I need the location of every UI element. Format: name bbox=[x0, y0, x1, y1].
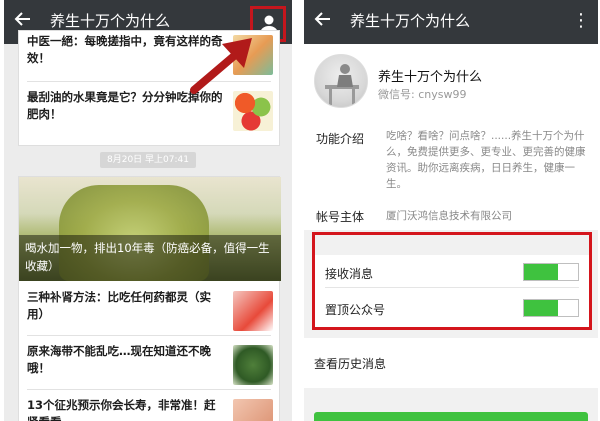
article-thumbnail bbox=[233, 91, 273, 131]
article-thumbnail bbox=[233, 291, 273, 331]
annotation-arrow bbox=[190, 38, 252, 94]
toggle-on-fill bbox=[524, 264, 558, 280]
article-thumbnail bbox=[233, 399, 273, 421]
list-item-title: 最刮油的水果竟是它？分分钟吃掉你的肥肉！ bbox=[27, 90, 223, 121]
divider bbox=[27, 389, 271, 390]
article-cover[interactable]: 喝水加一物，排出10年毒（防癌必备，值得一生收藏） bbox=[19, 177, 281, 281]
toggle-knob bbox=[558, 300, 578, 316]
back-arrow-icon[interactable] bbox=[314, 10, 336, 32]
top-bar: 养生十万个为什么 ⋮ bbox=[304, 0, 598, 44]
divider bbox=[325, 287, 579, 288]
view-history-row[interactable]: 查看历史消息 bbox=[304, 338, 598, 388]
list-item-title: 13个征兆预示你会长寿，非常准！赶紧看看 bbox=[27, 398, 216, 421]
screenshot: 养生十万个为什么 中医一絕：每晚搓指中，竟有这样的奇效！ 最刮油的水果竟是它？分… bbox=[0, 0, 600, 421]
wechat-id: 微信号: cnysw99 bbox=[378, 88, 467, 101]
account-info-panel: 养生十万个为什么 ⋮ 养生十万个为什么 微信号: cnysw99 功能介绍 吃啥… bbox=[304, 0, 598, 421]
divider bbox=[27, 335, 271, 336]
list-item-title: 原来海带不能乱吃…现在知道还不晚哦！ bbox=[27, 344, 211, 375]
account-profile: 养生十万个为什么 微信号: cnysw99 bbox=[304, 44, 598, 120]
avatar bbox=[314, 54, 368, 108]
owner-value: 厦门沃鸿信息技术有限公司 bbox=[386, 210, 512, 222]
article-thumbnail bbox=[233, 345, 273, 385]
account-name: 养生十万个为什么 bbox=[378, 70, 483, 85]
list-item[interactable]: 三种补肾方法：比吃任何药都灵（实用） bbox=[19, 285, 279, 333]
list-item[interactable]: 13个征兆预示你会长寿，非常准！赶紧看看 bbox=[19, 393, 279, 421]
account-details: 功能介绍 吃啥？看啥？问点啥？......养生十万个为什么，免费提供更多、更专业… bbox=[304, 120, 598, 230]
settings-highlight: 接收消息 置顶公众号 bbox=[312, 232, 592, 330]
back-arrow-icon[interactable] bbox=[14, 10, 36, 32]
pin-account-row: 置顶公众号 bbox=[315, 291, 589, 327]
intro-text: 吃啥？看啥？问点啥？......养生十万个为什么，免费提供更多、更专业、更完善的… bbox=[386, 130, 586, 190]
page-title: 养生十万个为什么 bbox=[50, 12, 171, 30]
owner-label: 帐号主体 bbox=[316, 210, 365, 224]
enter-account-button[interactable] bbox=[314, 412, 588, 421]
list-item-title: 三种补肾方法：比吃任何药都灵（实用） bbox=[27, 290, 211, 321]
pin-account-label: 置顶公众号 bbox=[325, 303, 386, 317]
chat-panel: 养生十万个为什么 中医一絕：每晚搓指中，竟有这样的奇效！ 最刮油的水果竟是它？分… bbox=[4, 0, 292, 421]
more-vertical-icon[interactable]: ⋮ bbox=[572, 10, 590, 32]
list-item[interactable]: 原来海带不能乱吃…现在知道还不晚哦！ bbox=[19, 339, 279, 387]
receive-messages-toggle[interactable] bbox=[523, 263, 579, 281]
message-timestamp: 8月20日 早上07:41 bbox=[100, 152, 196, 168]
view-history-label: 查看历史消息 bbox=[314, 357, 387, 371]
intro-label: 功能介绍 bbox=[316, 132, 365, 146]
receive-messages-label: 接收消息 bbox=[325, 267, 374, 281]
page-title: 养生十万个为什么 bbox=[350, 12, 471, 30]
cover-caption: 喝水加一物，排出10年毒（防癌必备，值得一生收藏） bbox=[19, 235, 281, 281]
pin-account-toggle[interactable] bbox=[523, 299, 579, 317]
toggle-on-fill bbox=[524, 300, 558, 316]
receive-messages-row: 接收消息 bbox=[315, 255, 589, 291]
article-card: 喝水加一物，排出10年毒（防癌必备，值得一生收藏） 三种补肾方法：比吃任何药都灵… bbox=[18, 176, 281, 421]
toggle-knob bbox=[558, 264, 578, 280]
